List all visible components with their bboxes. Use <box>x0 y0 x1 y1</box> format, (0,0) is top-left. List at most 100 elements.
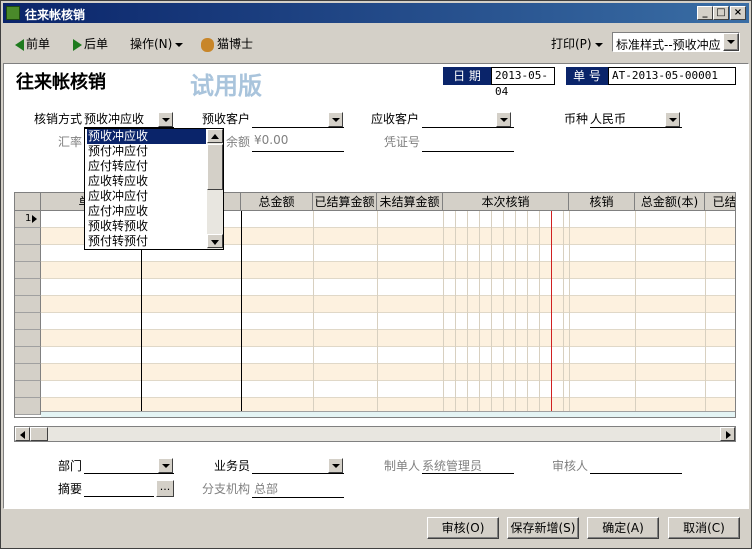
chevron-down-icon <box>594 42 603 47</box>
close-button[interactable]: × <box>730 6 746 20</box>
maximize-button[interactable]: □ <box>713 6 729 20</box>
prev-button[interactable]: 前单 <box>15 35 50 52</box>
receivable-customer-label: 应收客户 <box>371 112 420 126</box>
number-field[interactable]: AT-2013-05-00001 <box>608 67 736 85</box>
balance-value: ¥0.00 <box>254 133 289 147</box>
col-header-total[interactable]: 总金额 <box>241 193 313 211</box>
col-header-writeoff[interactable]: 核销 <box>569 193 635 211</box>
table-row[interactable] <box>15 296 735 313</box>
branch-label: 分支机构 <box>202 482 251 496</box>
arrow-right-icon <box>73 38 82 51</box>
toolbar: 前单 后单 操作(N) 猫博士 打印(P) 标准样式--预收冲应 <box>3 25 749 61</box>
scroll-right-icon[interactable] <box>720 427 735 441</box>
summary-browse-button[interactable]: ... <box>156 480 174 497</box>
table-row[interactable] <box>15 381 735 398</box>
col-header-unsettled[interactable]: 未结算金额 <box>377 193 443 211</box>
staff-label: 业务员 <box>214 459 251 473</box>
dept-dropdown-button[interactable] <box>158 458 173 473</box>
scroll-down-icon[interactable] <box>207 234 223 248</box>
print-menu[interactable]: 打印(P) <box>551 35 603 52</box>
row-header[interactable] <box>15 364 41 381</box>
ok-button[interactable]: 确定(A) <box>587 517 659 539</box>
table-row[interactable] <box>15 262 735 279</box>
dropdown-scrollbar[interactable] <box>207 129 223 249</box>
next-button[interactable]: 后单 <box>73 35 108 52</box>
dropdown-option[interactable]: 应付冲应收 <box>87 204 206 219</box>
grid-line <box>455 211 456 411</box>
app-icon <box>6 6 20 20</box>
table-row[interactable] <box>15 364 735 381</box>
col-header-current[interactable]: 本次核销 <box>443 193 569 211</box>
prepay-customer-underline <box>252 127 344 128</box>
scroll-thumb[interactable] <box>207 144 223 190</box>
scroll-up-icon[interactable] <box>207 129 223 143</box>
receivable-customer-underline <box>422 127 514 128</box>
doctor-button[interactable]: 猫博士 <box>201 35 253 52</box>
grid-line <box>443 211 444 411</box>
table-row[interactable] <box>15 347 735 364</box>
method-dropdown-button[interactable] <box>158 112 173 127</box>
cancel-button[interactable]: 取消(C) <box>668 517 740 539</box>
scroll-thumb[interactable] <box>30 427 48 441</box>
row-header[interactable]: 1 <box>15 211 41 228</box>
voucher-underline <box>422 151 514 152</box>
dropdown-option[interactable]: 预付转预付 <box>87 234 206 249</box>
current-row-icon <box>32 215 37 223</box>
chevron-down-icon[interactable] <box>723 33 739 51</box>
table-row[interactable] <box>15 330 735 347</box>
form-panel: 往来帐核销 试用版 日 期 2013-05-04 单 号 AT-2013-05-… <box>3 63 749 509</box>
dropdown-option[interactable]: 预付冲应付 <box>87 144 206 159</box>
minimize-button[interactable]: _ <box>697 6 713 20</box>
horizontal-scrollbar[interactable] <box>14 426 736 442</box>
row-header[interactable] <box>15 228 41 245</box>
grid-line <box>527 211 528 411</box>
total-row: 合 计 <box>41 411 735 417</box>
row-header[interactable] <box>15 381 41 398</box>
grid-line <box>313 211 314 411</box>
main-window: 往来帐核销 _ □ × 前单 后单 操作(N) 猫博士 打印(P) 标准样式--… <box>0 0 752 549</box>
grid-line <box>491 211 492 411</box>
grid-line <box>563 211 564 411</box>
dropdown-option[interactable]: 预收冲应收 <box>87 129 206 144</box>
grid-line <box>377 211 378 411</box>
table-row[interactable] <box>15 279 735 296</box>
row-header[interactable] <box>15 330 41 347</box>
total-label: 合 计 <box>71 413 101 417</box>
receivable-customer-dropdown-button[interactable] <box>496 112 511 127</box>
dropdown-option[interactable]: 预收转预收 <box>87 219 206 234</box>
col-header-settled-local[interactable]: 已结 <box>705 193 735 211</box>
row-header[interactable] <box>15 245 41 262</box>
dropdown-option[interactable]: 应付转应付 <box>87 159 206 174</box>
summary-label: 摘要 <box>58 482 83 496</box>
grid-line <box>539 211 540 411</box>
currency-dropdown-button[interactable] <box>665 112 680 127</box>
dropdown-option[interactable]: 应收转应收 <box>87 174 206 189</box>
prepay-customer-dropdown-button[interactable] <box>328 112 343 127</box>
date-field[interactable]: 2013-05-04 <box>491 67 555 98</box>
chevron-down-icon <box>175 42 184 47</box>
save-new-button[interactable]: 保存新增(S) <box>507 517 579 539</box>
col-header-total-local[interactable]: 总金额(本) <box>635 193 705 211</box>
method-dropdown-list[interactable]: 预收冲应收 预付冲应付 应付转应付 应收转应收 应收冲应付 应付冲应收 预收转预收 预付转预付 <box>84 128 224 250</box>
grid-line <box>479 211 480 411</box>
template-select[interactable]: 标准样式--预收冲应 <box>612 32 740 52</box>
staff-dropdown-button[interactable] <box>328 458 343 473</box>
col-header-settled[interactable]: 已结算金额 <box>313 193 377 211</box>
table-row[interactable] <box>15 313 735 330</box>
row-header[interactable] <box>15 398 41 415</box>
trial-watermark: 试用版 <box>190 72 262 100</box>
summary-underline <box>84 496 154 497</box>
row-header[interactable] <box>15 296 41 313</box>
scroll-left-icon[interactable] <box>15 427 30 441</box>
row-header[interactable] <box>15 279 41 296</box>
operate-menu[interactable]: 操作(N) <box>130 35 184 52</box>
currency-value[interactable]: 人民币 <box>590 110 626 127</box>
row-header[interactable] <box>15 313 41 330</box>
method-value[interactable]: 预收冲应收 <box>84 110 144 127</box>
maker-underline <box>422 473 514 474</box>
row-header[interactable] <box>15 347 41 364</box>
row-header[interactable] <box>15 262 41 279</box>
branch-underline <box>252 497 344 498</box>
audit-button[interactable]: 审核(O) <box>427 517 499 539</box>
dropdown-option[interactable]: 应收冲应付 <box>87 189 206 204</box>
